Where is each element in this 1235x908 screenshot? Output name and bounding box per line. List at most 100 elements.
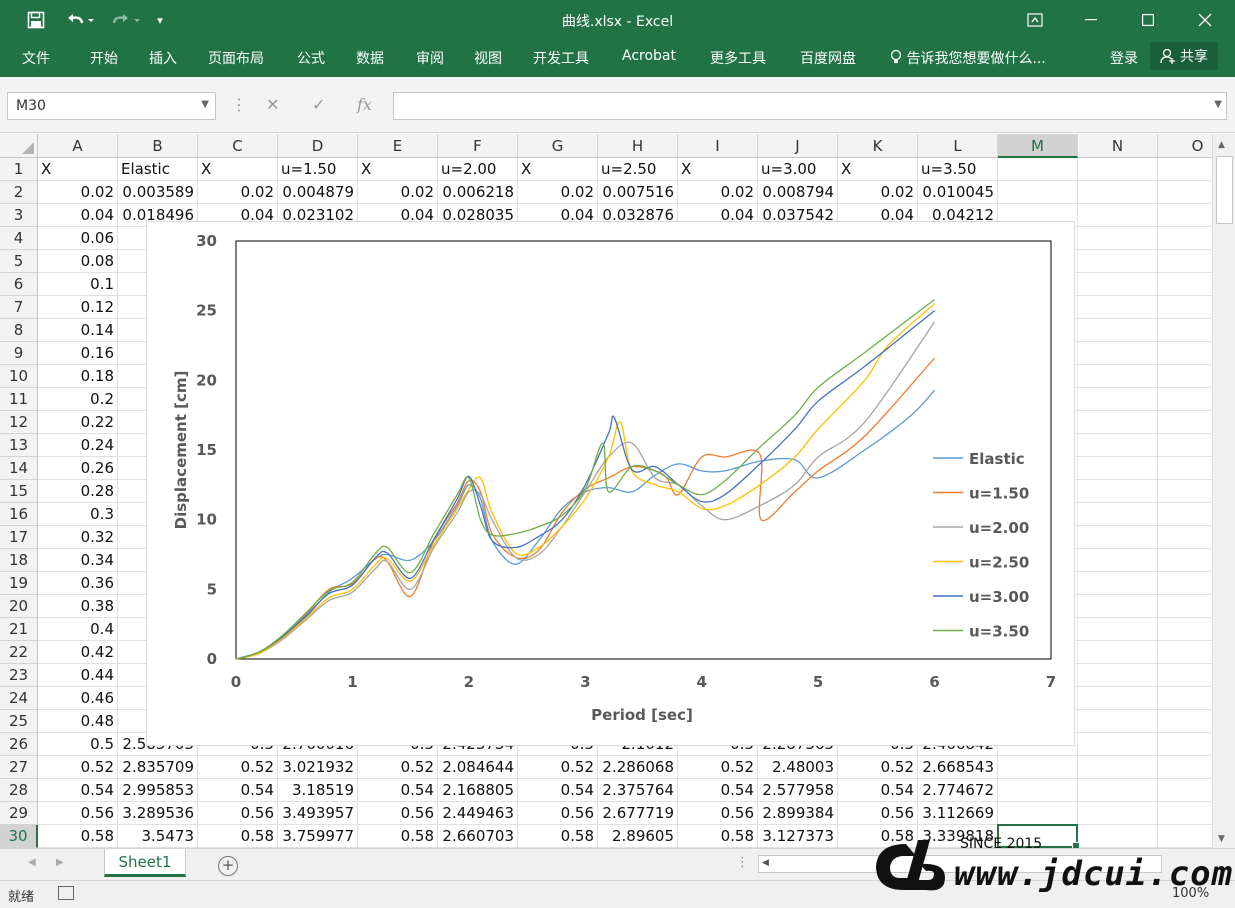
row-header-6[interactable]: 6 <box>0 273 38 296</box>
table-cell[interactable]: 2.168805 <box>438 779 518 802</box>
table-cell[interactable]: 0.58 <box>38 825 118 848</box>
table-cell[interactable] <box>1078 618 1158 641</box>
row-header-29[interactable]: 29 <box>0 802 38 825</box>
table-cell[interactable]: 2.668543 <box>918 756 998 779</box>
column-header-e[interactable]: E <box>358 134 438 158</box>
header-cell[interactable]: X <box>38 158 118 181</box>
scroll-up-icon[interactable]: ▲ <box>1218 140 1225 150</box>
column-header-c[interactable]: C <box>198 134 278 158</box>
table-cell[interactable]: 0.52 <box>358 756 438 779</box>
header-cell[interactable]: u=3.50 <box>918 158 998 181</box>
row-header-19[interactable]: 19 <box>0 572 38 595</box>
table-cell[interactable] <box>1078 664 1158 687</box>
table-cell[interactable] <box>1158 434 1212 457</box>
table-cell[interactable]: 0.2 <box>38 388 118 411</box>
row-header-8[interactable]: 8 <box>0 319 38 342</box>
row-header-18[interactable]: 18 <box>0 549 38 572</box>
table-cell[interactable]: 0.34 <box>38 549 118 572</box>
table-cell[interactable]: 0.02 <box>358 181 438 204</box>
header-cell[interactable]: X <box>358 158 438 181</box>
table-cell[interactable] <box>998 756 1078 779</box>
tab-file[interactable]: 文件 <box>22 48 50 68</box>
table-cell[interactable] <box>1158 549 1212 572</box>
table-cell[interactable] <box>1158 480 1212 503</box>
table-cell[interactable]: 0.02 <box>198 181 278 204</box>
table-cell[interactable]: 0.52 <box>678 756 758 779</box>
table-cell[interactable]: 3.759977 <box>278 825 358 848</box>
row-header-10[interactable]: 10 <box>0 365 38 388</box>
table-cell[interactable]: 3.289536 <box>118 802 198 825</box>
table-cell[interactable]: 0.56 <box>678 802 758 825</box>
row-header-24[interactable]: 24 <box>0 687 38 710</box>
column-header-l[interactable]: L <box>918 134 998 158</box>
table-cell[interactable] <box>1158 595 1212 618</box>
table-cell[interactable] <box>1158 802 1212 825</box>
table-cell[interactable]: 0.56 <box>38 802 118 825</box>
table-cell[interactable] <box>1078 687 1158 710</box>
table-cell[interactable] <box>998 802 1078 825</box>
scroll-left-icon[interactable]: ◀ <box>762 858 769 868</box>
table-cell[interactable]: 2.660703 <box>438 825 518 848</box>
table-cell[interactable] <box>1158 342 1212 365</box>
table-cell[interactable]: 3.021932 <box>278 756 358 779</box>
line-chart[interactable]: 0 1 2 3 4 5 6 7 0 5 10 15 20 25 30 Elastic u=1.50 u=2.00 u… <box>146 221 1075 746</box>
table-cell[interactable]: 3.493957 <box>278 802 358 825</box>
row-header-21[interactable]: 21 <box>0 618 38 641</box>
table-cell[interactable]: 0.54 <box>518 779 598 802</box>
table-cell[interactable]: 0.54 <box>38 779 118 802</box>
table-cell[interactable]: 0.56 <box>838 802 918 825</box>
row-header-30[interactable]: 30 <box>0 825 38 848</box>
header-cell[interactable]: X <box>838 158 918 181</box>
table-cell[interactable]: 0.52 <box>198 756 278 779</box>
table-cell[interactable] <box>1158 365 1212 388</box>
add-sheet-icon[interactable]: + <box>218 856 238 876</box>
column-header-m[interactable]: M <box>998 134 1078 158</box>
column-header-d[interactable]: D <box>278 134 358 158</box>
table-cell[interactable]: 0.18 <box>38 365 118 388</box>
table-cell[interactable]: 0.06 <box>38 227 118 250</box>
table-cell[interactable] <box>1078 250 1158 273</box>
table-cell[interactable] <box>1158 756 1212 779</box>
table-cell[interactable] <box>1158 687 1212 710</box>
tab-formulas[interactable]: 公式 <box>297 48 325 68</box>
table-cell[interactable]: 0.54 <box>198 779 278 802</box>
table-cell[interactable]: 3.18519 <box>278 779 358 802</box>
column-header-h[interactable]: H <box>598 134 678 158</box>
tab-view[interactable]: 视图 <box>474 48 502 68</box>
table-cell[interactable]: 3.5473 <box>118 825 198 848</box>
table-cell[interactable] <box>1078 296 1158 319</box>
table-cell[interactable] <box>1158 503 1212 526</box>
column-header-a[interactable]: A <box>38 134 118 158</box>
table-cell[interactable]: 0.08 <box>38 250 118 273</box>
table-cell[interactable]: 2.995853 <box>118 779 198 802</box>
expand-formula-bar-icon[interactable]: ▼ <box>1214 99 1222 110</box>
table-cell[interactable] <box>1078 733 1158 756</box>
row-header-17[interactable]: 17 <box>0 526 38 549</box>
table-cell[interactable]: 0.02 <box>38 181 118 204</box>
header-cell[interactable]: u=1.50 <box>278 158 358 181</box>
table-cell[interactable]: 0.26 <box>38 457 118 480</box>
table-cell[interactable] <box>1078 365 1158 388</box>
row-header-9[interactable]: 9 <box>0 342 38 365</box>
table-cell[interactable] <box>1078 388 1158 411</box>
table-cell[interactable]: 0.54 <box>678 779 758 802</box>
tab-review[interactable]: 审阅 <box>416 48 444 68</box>
table-cell[interactable]: 0.007516 <box>598 181 678 204</box>
tab-page-layout[interactable]: 页面布局 <box>208 48 264 68</box>
table-cell[interactable]: 3.112669 <box>918 802 998 825</box>
table-cell[interactable]: 0.003589 <box>118 181 198 204</box>
table-cell[interactable] <box>1158 181 1212 204</box>
tab-baidu-netdisk[interactable]: 百度网盘 <box>800 48 856 68</box>
table-cell[interactable] <box>1078 641 1158 664</box>
row-header-28[interactable]: 28 <box>0 779 38 802</box>
table-cell[interactable] <box>1158 204 1212 227</box>
table-cell[interactable] <box>1078 273 1158 296</box>
table-cell[interactable]: 2.577958 <box>758 779 838 802</box>
sign-in-link[interactable]: 登录 <box>1110 48 1138 68</box>
splitter-icon[interactable]: ⋮ <box>736 855 749 870</box>
header-cell[interactable]: X <box>198 158 278 181</box>
table-cell[interactable]: 0.04 <box>38 204 118 227</box>
table-cell[interactable] <box>1078 181 1158 204</box>
table-cell[interactable]: 0.52 <box>518 756 598 779</box>
column-header-n[interactable]: N <box>1078 134 1158 158</box>
